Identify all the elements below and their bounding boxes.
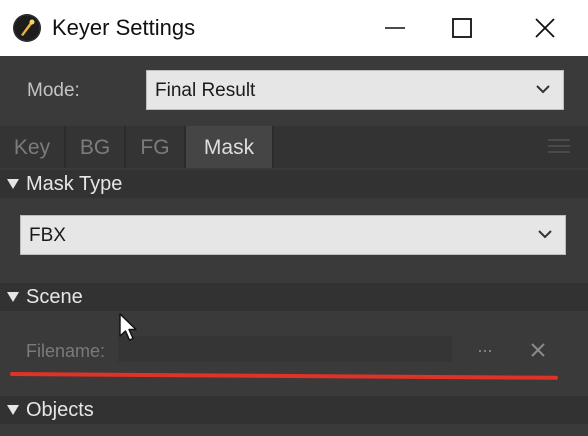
chevron-down-icon [538, 230, 552, 239]
mouse-cursor-icon [119, 313, 137, 341]
tab-bg[interactable]: BG [66, 126, 126, 168]
close-window-button[interactable] [515, 0, 575, 56]
close-icon [535, 18, 555, 38]
collapse-triangle-icon [7, 179, 19, 189]
section-scene[interactable]: Scene [0, 283, 588, 311]
collapse-triangle-icon [7, 292, 19, 302]
maximize-icon [452, 18, 472, 38]
section-mask-type[interactable]: Mask Type [0, 170, 588, 198]
browse-button[interactable]: ... [470, 336, 500, 362]
section-title: Mask Type [26, 173, 123, 195]
mode-value: Final Result [155, 80, 256, 101]
filename-label: Filename: [26, 341, 106, 361]
mode-label: Mode: [27, 80, 80, 101]
tab-mask[interactable]: Mask [186, 126, 274, 168]
section-title: Scene [26, 286, 83, 308]
keyer-app-icon [13, 14, 41, 42]
mask-type-dropdown[interactable]: FBX [20, 215, 566, 255]
title-bar: Keyer Settings [0, 0, 588, 56]
collapse-triangle-icon [7, 405, 19, 415]
tab-key[interactable]: Key [0, 126, 66, 168]
section-objects[interactable]: Objects [0, 396, 588, 424]
tab-fg[interactable]: FG [126, 126, 186, 168]
maximize-button[interactable] [432, 0, 492, 56]
tab-bar: Key BG FG Mask [0, 126, 588, 168]
mode-dropdown[interactable]: Final Result [146, 70, 564, 110]
filename-field[interactable] [118, 336, 452, 362]
clear-filename-button[interactable] [526, 338, 550, 362]
mask-type-value: FBX [29, 225, 66, 246]
annotation-underline [9, 372, 559, 380]
section-title: Objects [26, 399, 94, 421]
settings-panel: Mode: Final Result Key BG FG Mask Mask T… [0, 56, 588, 436]
chevron-down-icon [536, 85, 550, 94]
window-title: Keyer Settings [52, 15, 196, 40]
close-icon [531, 343, 545, 357]
minimize-button[interactable] [365, 0, 425, 56]
minimize-icon [385, 27, 405, 29]
menu-icon[interactable] [548, 138, 570, 154]
